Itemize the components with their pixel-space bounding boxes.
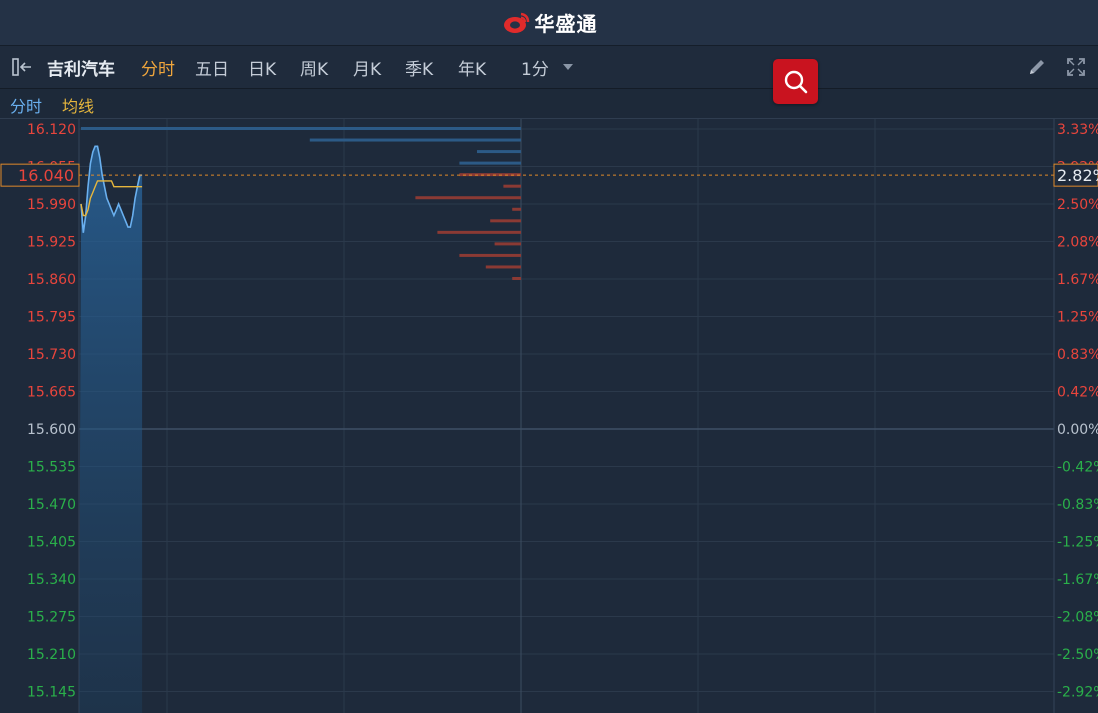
y-left-tick-label: 15.405	[27, 535, 76, 551]
y-left-tick-label: 15.860	[27, 272, 76, 288]
current-change-label: 2.82%	[1057, 166, 1098, 185]
tab-daily-k[interactable]: 日K	[248, 55, 276, 80]
ask-depth-bar	[477, 150, 521, 154]
tab-quarterly-k[interactable]: 季K	[405, 55, 433, 80]
y-right-tick-label: -1.67%	[1057, 572, 1098, 588]
bid-depth-bar	[459, 253, 521, 257]
panel-collapse-icon[interactable]	[11, 57, 35, 77]
bid-depth-bar	[415, 196, 521, 200]
stock-name[interactable]: 吉利汽车	[47, 55, 115, 80]
bid-depth-bar	[503, 184, 521, 188]
y-right-tick-label: -1.25%	[1057, 535, 1098, 551]
y-right-tick-label: -0.42%	[1057, 460, 1098, 476]
bid-depth-bar	[512, 277, 521, 280]
brand: 华盛通	[501, 8, 598, 37]
y-left-tick-label: 15.925	[27, 235, 76, 251]
pencil-icon[interactable]	[1026, 56, 1048, 78]
ask-depth-bar	[81, 127, 521, 130]
bid-depth-bar	[485, 265, 521, 269]
brand-logo-icon	[503, 12, 529, 33]
y-left-tick-label: 15.210	[27, 647, 76, 663]
minute-period-select[interactable]: 1分	[521, 55, 549, 80]
search-button[interactable]	[773, 59, 818, 104]
y-left-tick-label: 15.990	[27, 197, 76, 213]
y-right-tick-label: -2.50%	[1057, 647, 1098, 663]
y-right-tick-label: 1.67%	[1057, 272, 1098, 288]
y-left-tick-label: 15.145	[27, 685, 76, 701]
plot-area	[79, 118, 1054, 713]
bid-depth-bar	[490, 219, 521, 223]
brand-name: 华盛通	[534, 12, 598, 36]
y-left-tick-label: 15.535	[27, 460, 76, 476]
series-legend: 分时 均线	[0, 89, 1098, 119]
y-right-tick-label: 0.42%	[1057, 385, 1098, 401]
chevron-down-icon[interactable]	[563, 64, 573, 70]
chart-toolbar: 吉利汽车 分时 五日 日K 周K 月K 季K 年K 1分	[0, 46, 1098, 89]
price-area-fill	[79, 146, 143, 713]
y-right-tick-label: -2.08%	[1057, 610, 1098, 626]
y-left-tick-label: 15.795	[27, 310, 76, 326]
top-header: 华盛通	[0, 0, 1098, 46]
y-right-tick-label: 3.33%	[1057, 122, 1098, 138]
y-left-tick-label: 15.730	[27, 347, 76, 363]
y-right-tick-label: 1.25%	[1057, 310, 1098, 326]
legend-average: 均线	[62, 97, 95, 116]
y-left-tick-label: 15.665	[27, 385, 76, 401]
ask-depth-bar	[309, 138, 521, 142]
y-left-tick-label: 15.275	[27, 610, 76, 626]
ask-depth-bar	[459, 161, 521, 165]
tab-intraday[interactable]: 分时	[141, 55, 175, 80]
y-right-tick-label: -0.83%	[1057, 497, 1098, 513]
tab-yearly-k[interactable]: 年K	[458, 55, 486, 80]
y-right-tick-label: -2.92%	[1057, 685, 1098, 701]
current-price-label: 16.040	[18, 166, 74, 185]
y-left-tick-label: 15.600	[27, 422, 76, 438]
tab-weekly-k[interactable]: 周K	[300, 55, 328, 80]
tab-five-day[interactable]: 五日	[195, 55, 229, 80]
y-left-tick-label: 15.470	[27, 497, 76, 513]
y-left-tick-label: 16.120	[27, 122, 76, 138]
y-right-tick-label: 2.50%	[1057, 197, 1098, 213]
bid-depth-bar	[494, 242, 521, 246]
y-right-tick-label: 0.83%	[1057, 347, 1098, 363]
bid-depth-bar	[512, 207, 521, 211]
search-icon	[784, 70, 807, 93]
y-right-tick-label: 2.08%	[1057, 235, 1098, 251]
fullscreen-icon[interactable]	[1065, 56, 1087, 78]
y-left-tick-label: 15.340	[27, 572, 76, 588]
bid-depth-bar	[437, 230, 521, 234]
legend-price: 分时	[10, 97, 43, 116]
tab-monthly-k[interactable]: 月K	[353, 55, 381, 80]
y-right-tick-label: 0.00%	[1057, 422, 1098, 438]
